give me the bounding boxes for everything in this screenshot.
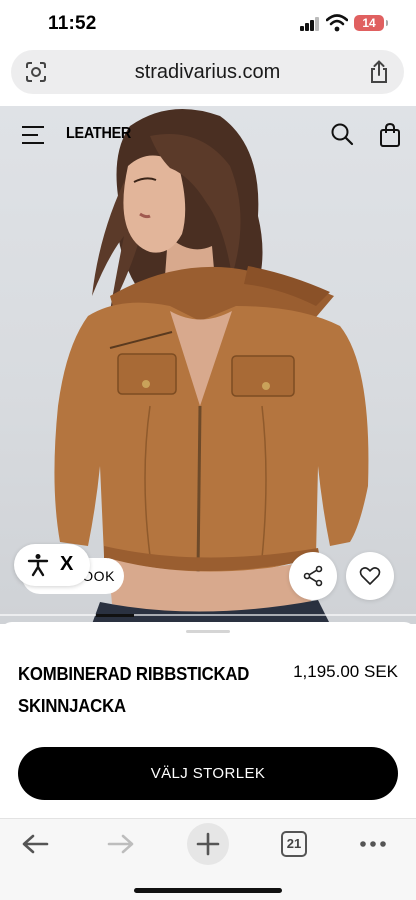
menu-icon[interactable] (22, 126, 44, 144)
browser-toolbar: 21 (0, 818, 416, 900)
product-name: KOMBINERAD RIBBSTICKAD SKINNJACKA (18, 664, 250, 716)
share-network-icon (303, 565, 323, 587)
sheet-grabber[interactable] (186, 630, 230, 633)
share-icon[interactable] (368, 60, 390, 84)
back-button[interactable] (17, 829, 53, 859)
signal-icon (300, 17, 320, 31)
arrow-right-icon (107, 834, 134, 854)
home-indicator (134, 888, 282, 893)
status-bar: 11:52 14 (0, 0, 416, 48)
url-bar[interactable]: stradivarius.com (11, 50, 404, 94)
more-icon (360, 841, 386, 847)
status-time: 11:52 (48, 13, 97, 34)
new-tab-button[interactable] (187, 823, 229, 865)
favorite-button[interactable] (346, 552, 394, 600)
heart-icon (359, 567, 381, 585)
share-button[interactable] (289, 552, 337, 600)
product-image[interactable]: LEATHER LOOK X (0, 106, 416, 624)
category-title[interactable]: LEATHER (66, 125, 131, 143)
gallery-progress-fill (96, 614, 134, 617)
shopping-bag-icon[interactable] (378, 122, 402, 148)
search-icon[interactable] (330, 122, 354, 146)
product-price: 1,195.00 SEK (293, 662, 398, 681)
plus-icon (196, 832, 220, 856)
more-button[interactable] (355, 829, 391, 859)
page: 11:52 14 stradivarius.com LEATHER LOOK X… (0, 0, 416, 900)
battery-indicator: 14 (354, 15, 388, 31)
wifi-icon (326, 14, 348, 32)
gallery-progress-track (0, 614, 416, 616)
tabs-button[interactable]: 21 (281, 831, 307, 857)
url-text[interactable]: stradivarius.com (11, 61, 404, 84)
select-size-button[interactable]: VÄLJ STORLEK (18, 747, 398, 800)
forward-button[interactable] (103, 829, 139, 859)
close-accessibility-button[interactable]: X (60, 553, 73, 576)
accessibility-icon[interactable] (26, 553, 50, 577)
product-sheet: KOMBINERAD RIBBSTICKAD SKINNJACKA 1,195.… (0, 622, 416, 818)
arrow-left-icon (22, 834, 49, 854)
accessibility-widget[interactable]: X (14, 544, 90, 586)
